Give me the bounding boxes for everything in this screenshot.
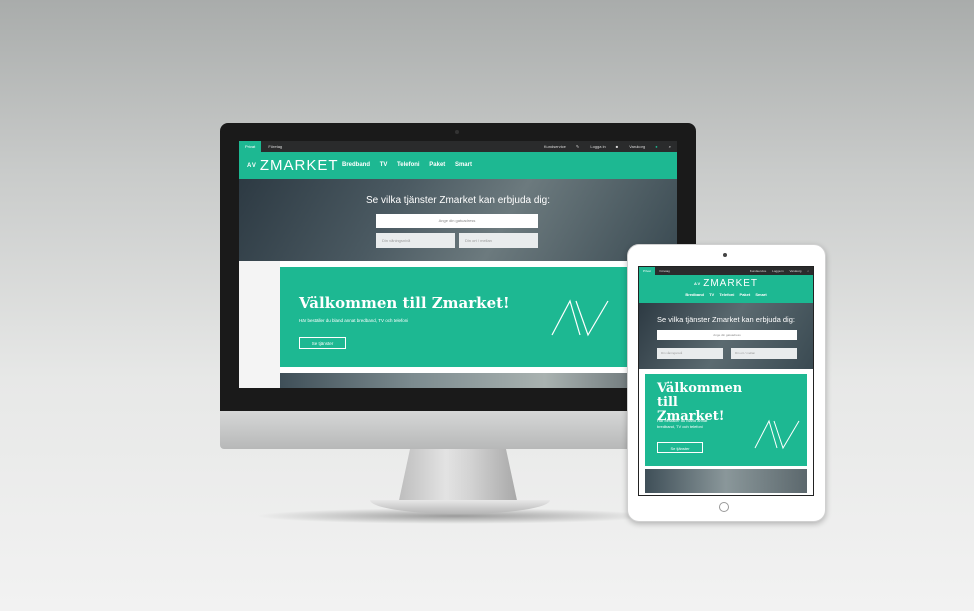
hero-photo-strip (280, 373, 677, 388)
welcome-subtitle: Här beställer du bland annat bredband, T… (299, 318, 409, 323)
tablet-camera (723, 253, 727, 257)
city-input[interactable]: Din ort / mellan (459, 233, 538, 248)
tablet-login-link[interactable]: Logga in (772, 269, 784, 273)
floor-input[interactable]: Din våningsnivå (376, 233, 455, 248)
tablet-nav-telefoni[interactable]: Telefoni (719, 292, 734, 297)
tablet-top-bar-links: Kundservice Logga in Varukorg ⌕ (745, 267, 809, 275)
tablet-see-services-button[interactable]: Se tjänster (657, 442, 703, 453)
tablet-customer-service-link[interactable]: Kundservice (750, 269, 767, 273)
nav-bredband[interactable]: Bredband (342, 162, 370, 168)
wrench-icon: ✎ (575, 144, 580, 149)
nav-paket[interactable]: Paket (429, 162, 445, 168)
tablet-address-input[interactable]: Ange din gatuadress (657, 330, 797, 340)
desktop-website: Privat Företag Kundservice ✎ Logga in ■ Va… (239, 141, 677, 388)
tablet-welcome-title-line1: Välkommen (657, 381, 743, 396)
tablet-logo-mark: AV (693, 280, 702, 286)
tablet-welcome-banner: Välkommen till Zmarket! Här beställer du… (645, 374, 807, 466)
top-bar-links: Kundservice ✎ Logga in ■ Varukorg ● ⌕ (534, 141, 671, 152)
cart-icon: ● (655, 144, 658, 149)
tablet-top-bar: Privat Företag Kundservice Logga in Varu… (639, 267, 813, 275)
tablet-segment-private[interactable]: Privat (639, 267, 655, 275)
tablet-floor-input[interactable]: Din våningsnivå (657, 348, 723, 359)
tablet-navbar: AV ZMARKET Bredband TV Telefoni Paket Sma… (639, 275, 813, 303)
nav-telefoni[interactable]: Telefoni (397, 162, 420, 168)
logo-word: ZMARKET (259, 157, 339, 174)
main-navbar: AV ZMARKET Bredband TV Telefoni Paket Sma… (239, 152, 677, 179)
nav-tv[interactable]: TV (380, 162, 388, 168)
tablet-cart-link[interactable]: Varukorg (790, 269, 802, 273)
av-logo-icon (551, 299, 609, 337)
side-strip (239, 261, 280, 388)
tablet-logo-word: ZMARKET (703, 278, 759, 289)
monitor-stand (398, 449, 518, 505)
tablet-hero-title: Se vilka tjänster Zmarket kan erbjuda di… (657, 315, 795, 324)
segment-business[interactable]: Företag (262, 141, 288, 152)
login-link[interactable]: Logga in (590, 144, 605, 149)
tablet-zmarket-logo[interactable]: AV ZMARKET (639, 278, 813, 289)
address-input[interactable]: Ange din gatuadress (376, 214, 538, 228)
logo-mark: AV (247, 163, 257, 170)
tablet-hero-section: Se vilka tjänster Zmarket kan erbjuda di… (639, 303, 813, 369)
zmarket-logo[interactable]: AV ZMARKET (247, 157, 339, 174)
tablet-nav-links: Bredband TV Telefoni Paket Smart (639, 292, 813, 297)
tablet-av-logo-icon (754, 419, 800, 450)
tablet-nav-tv[interactable]: TV (709, 292, 714, 297)
segment-private[interactable]: Privat (239, 141, 262, 152)
lock-icon: ■ (615, 144, 619, 149)
tablet-nav-bredband[interactable]: Bredband (685, 292, 704, 297)
welcome-banner: Välkommen till Zmarket! Här beställer du… (280, 267, 677, 367)
tablet-welcome-subtitle: Här beställer du bland annat bredband, T… (657, 418, 708, 429)
cart-link[interactable]: Varukorg (629, 144, 645, 149)
tablet-city-input[interactable]: Din ort / mellan (731, 348, 797, 359)
tablet-home-button (719, 502, 729, 512)
tablet-nav-smart[interactable]: Smart (755, 292, 766, 297)
nav-links: Bredband TV Telefoni Paket Smart (342, 162, 480, 168)
monitor-camera (455, 130, 459, 134)
tablet-search-icon[interactable]: ⌕ (807, 269, 809, 273)
monitor-chin (220, 411, 696, 449)
tablet-segment-business[interactable]: Företag (656, 267, 674, 275)
hero-title: Se vilka tjänster Zmarket kan erbjuda di… (366, 195, 550, 206)
hero-section: Se vilka tjänster Zmarket kan erbjuda di… (239, 179, 677, 261)
see-services-button[interactable]: Se tjänster (299, 337, 346, 349)
tablet-website: Privat Företag Kundservice Logga in Varu… (638, 266, 814, 496)
nav-smart[interactable]: Smart (455, 162, 472, 168)
tablet-nav-paket[interactable]: Paket (740, 292, 751, 297)
top-bar: Privat Företag Kundservice ✎ Logga in ■ Va… (239, 141, 677, 152)
welcome-title: Välkommen till Zmarket! (299, 294, 510, 312)
customer-service-link[interactable]: Kundservice (544, 144, 566, 149)
search-icon[interactable]: ⌕ (669, 144, 671, 149)
tablet-photo-strip (645, 469, 807, 493)
